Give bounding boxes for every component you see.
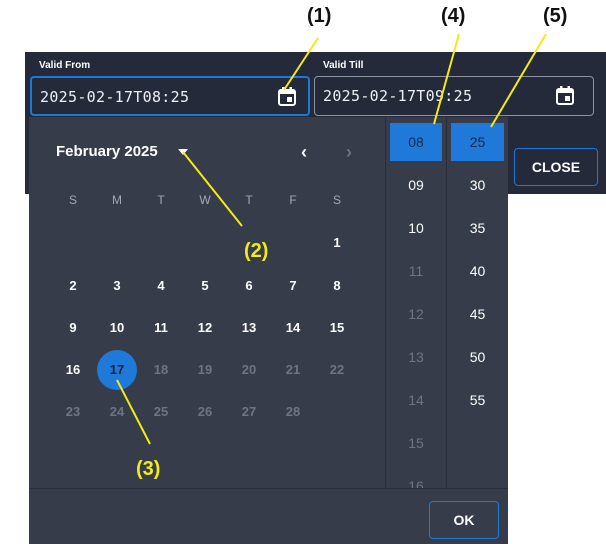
annotation-5: (5) <box>543 5 568 27</box>
day-cell[interactable]: 2 <box>53 266 93 306</box>
calendar-icon[interactable] <box>277 86 297 107</box>
day-cell[interactable]: 15 <box>317 308 357 348</box>
day-cell: 22 <box>329 362 345 377</box>
chevron-right-icon: › <box>346 142 352 162</box>
minute-option[interactable]: 50 <box>447 338 508 376</box>
valid-from-field[interactable]: 2025-02-17T08:25 <box>30 76 310 116</box>
day-cell[interactable]: 11 <box>141 308 181 348</box>
day-cell[interactable]: 16 <box>53 350 93 390</box>
datetime-picker-popup: February 2025 ‹ › SMTWTFS 1 2 3 4 5 6 7 8 9 10 11 1… <box>29 117 508 544</box>
day-cell[interactable]: 13 <box>229 308 269 348</box>
weekday-label: F <box>289 193 297 207</box>
hour-option: 11 <box>408 263 424 279</box>
hour-option: 14 <box>408 392 424 408</box>
valid-till-field[interactable]: 2025-02-17T09:25 <box>314 76 594 116</box>
weekday-label: T <box>245 193 253 207</box>
valid-till-label: Valid Till <box>323 60 364 71</box>
close-button[interactable]: CLOSE <box>514 148 598 186</box>
screenshot-stage: Valid From 2025-02-17T08:25 Valid Till 2… <box>0 0 606 544</box>
calendar-panel: February 2025 ‹ › SMTWTFS 1 2 3 4 5 6 7 8 9 10 11 1… <box>29 117 385 488</box>
weekday-label: T <box>157 193 165 207</box>
hour-option: 12 <box>408 306 424 322</box>
day-cell[interactable]: 5 <box>185 266 225 306</box>
day-cell[interactable]: 6 <box>229 266 269 306</box>
minute-option[interactable]: 35 <box>447 209 508 247</box>
annotation-2: (2) <box>244 240 269 262</box>
minute-option[interactable]: 30 <box>447 166 508 204</box>
valid-till-value: 2025-02-17T09:25 <box>323 87 473 105</box>
day-cell: 23 <box>65 404 81 419</box>
day-cell: 20 <box>241 362 257 377</box>
annotation-1: (1) <box>307 5 332 27</box>
day-cell[interactable]: 4 <box>141 266 181 306</box>
day-cell[interactable]: 8 <box>317 266 357 306</box>
hour-option[interactable]: 08 <box>390 123 442 161</box>
weekday-label: M <box>112 193 122 207</box>
day-cell: 18 <box>153 362 169 377</box>
hour-option[interactable]: 10 <box>386 209 446 247</box>
weekday-label: S <box>332 193 341 207</box>
weekday-label: W <box>199 193 211 207</box>
minute-option[interactable]: 25 <box>451 123 504 161</box>
day-cell: 27 <box>241 404 257 419</box>
minute-option[interactable]: 45 <box>447 295 508 333</box>
day-cell[interactable]: 3 <box>97 266 137 306</box>
day-cell: 21 <box>285 362 301 377</box>
day-cell[interactable]: 1 <box>317 223 357 263</box>
day-selected[interactable]: 17 <box>97 350 137 390</box>
valid-from-value: 2025-02-17T08:25 <box>40 88 190 106</box>
ok-button[interactable]: OK <box>429 501 499 539</box>
footer-divider <box>29 488 508 489</box>
day-cell[interactable]: 10 <box>97 308 137 348</box>
day-cell[interactable]: 14 <box>273 308 313 348</box>
hour-option: 15 <box>408 435 424 451</box>
minute-option[interactable]: 55 <box>447 381 508 419</box>
day-cell: 19 <box>197 362 213 377</box>
caret-down-icon[interactable] <box>178 149 188 155</box>
day-cell[interactable]: 9 <box>53 308 93 348</box>
hour-option[interactable]: 09 <box>386 166 446 204</box>
minute-option[interactable]: 40 <box>447 252 508 290</box>
hour-option: 13 <box>408 349 424 365</box>
calendar-icon[interactable] <box>555 85 575 106</box>
day-cell[interactable]: 7 <box>273 266 313 306</box>
hour-column[interactable]: 08 09 10 11 12 13 14 15 16 <box>386 117 446 488</box>
day-cell: 25 <box>153 404 169 419</box>
day-cell: 24 <box>109 404 125 419</box>
day-cell[interactable]: 12 <box>185 308 225 348</box>
day-cell: 28 <box>285 404 301 419</box>
annotation-3: (3) <box>136 458 161 480</box>
valid-from-label: Valid From <box>39 60 91 71</box>
minute-column[interactable]: 25 30 35 40 45 50 55 <box>447 117 508 488</box>
month-label[interactable]: February 2025 <box>56 143 158 160</box>
day-cell: 26 <box>197 404 213 419</box>
weekday-label: S <box>68 193 77 207</box>
hour-option: 16 <box>408 478 424 488</box>
annotation-4: (4) <box>441 5 466 27</box>
chevron-left-icon[interactable]: ‹ <box>295 143 313 161</box>
